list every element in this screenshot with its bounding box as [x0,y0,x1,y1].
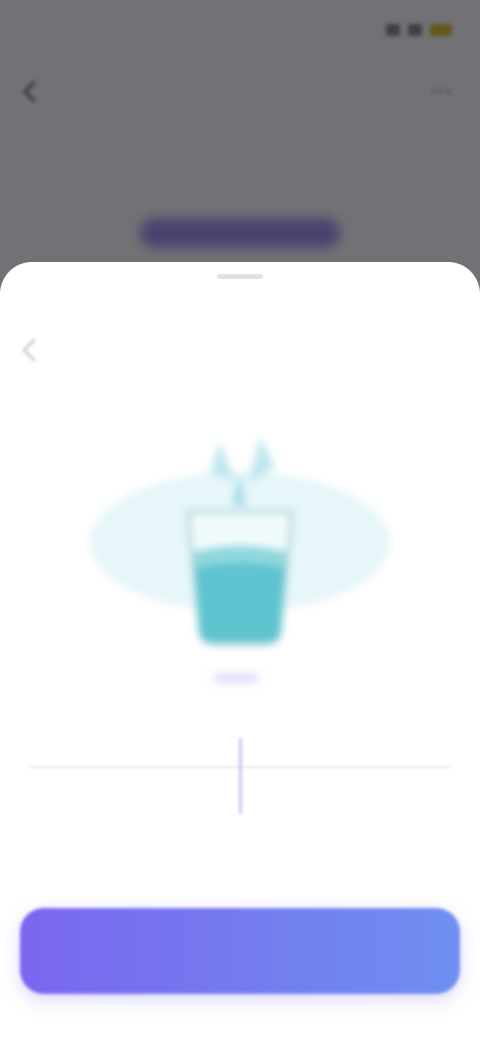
sheet-grabber[interactable] [217,274,263,279]
bottom-sheet [0,262,480,1040]
amount-ruler-slider[interactable] [0,738,480,858]
confirm-button[interactable] [20,908,460,994]
amount-display [0,676,480,680]
water-glass-icon [90,437,390,646]
chevron-left-icon[interactable] [22,338,46,362]
sheet-header [0,332,480,372]
ruler-indicator[interactable] [239,738,242,814]
water-glass-illustration [0,412,480,662]
ruler-labels [0,826,480,846]
amount-value [214,676,258,680]
